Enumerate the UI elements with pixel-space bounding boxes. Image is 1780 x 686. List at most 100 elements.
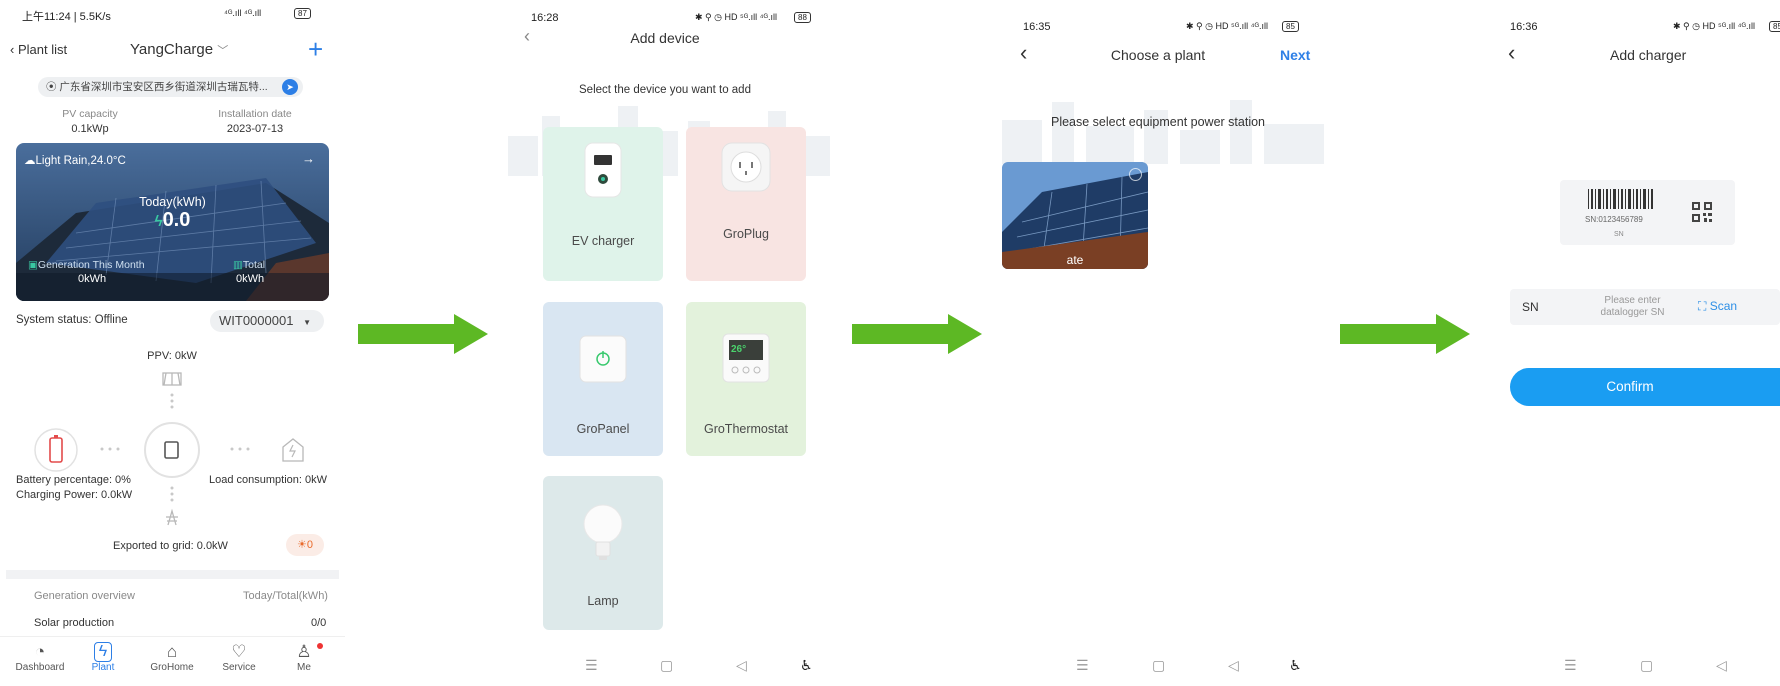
location-pin-icon: ⦿ <box>46 81 60 93</box>
install-date-value: 2023-07-13 <box>226 123 284 135</box>
arrow-right-icon[interactable]: → <box>302 151 315 166</box>
battery-icon: 87 <box>294 8 311 19</box>
select-check-icon[interactable] <box>1129 168 1142 181</box>
alarm-icon: ☀ <box>297 539 307 551</box>
page-subtitle: Please select equipment power station <box>1050 115 1265 129</box>
next-button[interactable]: Next <box>1280 47 1310 63</box>
device-tile-lamp[interactable]: Lamp <box>543 476 663 630</box>
install-date-label: Installation date <box>218 108 292 120</box>
menu-nav-icon[interactable]: ☰ <box>1076 657 1089 674</box>
weather-label: ☁Light Rain,24.0°C <box>24 155 126 167</box>
gen-month-label: ▣Generation This Month <box>28 259 145 271</box>
status-time: 上午11:24 | 5.5K/s <box>22 11 111 23</box>
home-nav-icon[interactable]: ▢ <box>1152 657 1165 674</box>
cloud-icon: ☁ <box>24 155 36 167</box>
plant-summary-card[interactable]: ☁Light Rain,24.0°C → Today(kWh) ϟ0.0 ▣Ge… <box>16 143 329 301</box>
scan-button[interactable]: ⛶ Scan <box>1698 299 1737 314</box>
thermostat-icon <box>722 333 770 383</box>
divider <box>6 570 339 579</box>
page-title: Choose a plant <box>1110 47 1206 63</box>
confirm-button[interactable]: Confirm <box>1510 368 1780 406</box>
back-nav-icon[interactable]: ◁ <box>736 657 747 674</box>
plug-icon <box>721 142 771 192</box>
add-plant-button[interactable]: + <box>308 34 323 65</box>
menu-nav-icon[interactable]: ☰ <box>585 657 598 674</box>
solar-production-label: Solar production <box>34 617 115 629</box>
inverter-node <box>144 422 200 478</box>
barcode-sn-text: SN:0123456789 <box>1585 215 1643 224</box>
device-tile-grothermostat[interactable]: 26° GroThermostat <box>686 302 806 456</box>
tab-grohome[interactable]: ⌂ GroHome <box>142 638 202 686</box>
alarm-badge[interactable]: ☀0 <box>286 534 324 556</box>
home-nav-icon[interactable]: ▢ <box>660 657 673 674</box>
status-time: 16:28 <box>531 12 559 24</box>
lightning-icon: ϟ <box>154 213 163 230</box>
thermostat-reading: 26° <box>731 344 747 355</box>
accessibility-icon[interactable]: ♿ <box>1289 657 1302 674</box>
grid-tower-icon <box>166 508 178 526</box>
back-nav-icon[interactable]: ◁ <box>1716 657 1727 674</box>
device-tile-ev-charger[interactable]: EV charger <box>543 127 663 281</box>
flow-arrow-icon <box>358 314 488 354</box>
navigate-icon[interactable]: ➤ <box>282 79 298 95</box>
scan-icon: ⛶ <box>1698 299 1707 313</box>
tab-bar: ◔ Dashboard ϟ Plant ⌂ GroHome ♡ Service … <box>0 636 345 686</box>
sn-label: SN <box>1522 300 1539 314</box>
status-icons: ✱ ⚲ ◷ HD ⁵ᴳ.ıll ⁴ᴳ.ıll <box>695 12 778 22</box>
chart-icon: ▥ <box>233 259 243 271</box>
pv-capacity-value: 0.1kWp <box>71 123 109 135</box>
address-bar[interactable]: ⦿ 广东省深圳市宝安区西乡街道深圳古瑞瓦特... <box>38 77 303 97</box>
ev-charger-icon <box>584 142 622 198</box>
back-chevron-icon[interactable]: ‹ <box>1508 40 1515 66</box>
add-device-screen: 16:28 ✱ ⚲ ◷ HD ⁵ᴳ.ıll ⁴ᴳ.ıll 88 ‹ Add de… <box>500 0 830 686</box>
tab-service[interactable]: ♡ Service <box>209 638 269 686</box>
overview-unit: Today/Total(kWh) <box>243 590 328 602</box>
page-subtitle: Select the device you want to add <box>579 84 751 96</box>
flow-arrow-icon <box>1340 314 1470 354</box>
status-time: 16:36 <box>1510 21 1538 33</box>
today-label: Today(kWh) <box>139 195 206 209</box>
status-icons: ✱ ⚲ ◷ HD ⁵ᴳ.ıll ⁴ᴳ.ıll <box>1673 21 1756 31</box>
plant-card[interactable]: ate <box>1002 162 1148 269</box>
tab-me[interactable]: ♙ Me <box>274 638 334 686</box>
device-tile-gropanel[interactable]: GroPanel <box>543 302 663 456</box>
status-time: 16:35 <box>1023 21 1051 33</box>
plant-selector[interactable]: YangCharge ﹀ <box>130 41 228 58</box>
chevron-down-icon: ﹀ <box>217 45 229 57</box>
panel-switch-icon <box>579 335 627 383</box>
barcode-icon <box>1588 189 1653 209</box>
charging-power: Charging Power: 0.0kW <box>16 489 133 501</box>
device-label-lamp: Lamp <box>587 594 619 608</box>
device-selector[interactable]: WIT0000001 ▼ <box>210 310 324 332</box>
flow-arrow-icon <box>852 314 982 354</box>
device-label-groplug: GroPlug <box>723 227 769 241</box>
gen-month-value: 0kWh <box>78 273 107 285</box>
back-button[interactable]: ‹ Plant list <box>10 42 67 57</box>
menu-nav-icon[interactable]: ☰ <box>1564 657 1577 674</box>
pv-capacity-label: PV capacity <box>62 108 118 120</box>
chevron-left-icon: ‹ <box>10 42 18 57</box>
system-status: System status: Offline <box>16 314 128 326</box>
person-icon: ♙ <box>296 642 312 661</box>
device-tile-groplug[interactable]: GroPlug <box>686 127 806 281</box>
notification-dot <box>317 643 323 649</box>
battery-icon: 85 <box>1769 21 1780 32</box>
ppv-label: PPV: 0kW <box>147 350 197 362</box>
battery-icon: 88 <box>794 12 811 23</box>
status-icons: ✱ ⚲ ◷ HD ⁵ᴳ.ıll ⁴ᴳ.ıll <box>1186 21 1269 31</box>
house-icon <box>282 438 304 462</box>
battery-percentage: Battery percentage: 0% <box>16 474 131 486</box>
barcode-caption: SN <box>1614 231 1624 238</box>
back-nav-icon[interactable]: ◁ <box>1228 657 1239 674</box>
generation-overview-label: Generation overview <box>34 590 135 602</box>
plant-lightning-icon: ϟ <box>94 642 112 662</box>
choose-plant-screen: 16:35 ✱ ⚲ ◷ HD ⁵ᴳ.ıll ⁴ᴳ.ıll 85 ‹ Choose… <box>992 0 1324 686</box>
page-title: Add charger <box>1610 47 1687 63</box>
add-charger-screen: 16:36 ✱ ⚲ ◷ HD ⁵ᴳ.ıll ⁴ᴳ.ıll 85 ‹ Add ch… <box>1480 0 1780 686</box>
sn-input[interactable]: Please enter datalogger SN <box>1590 295 1675 319</box>
tab-plant[interactable]: ϟ Plant <box>73 638 133 686</box>
accessibility-icon[interactable]: ♿ <box>800 657 813 674</box>
tab-dashboard[interactable]: ◔ Dashboard <box>10 638 70 686</box>
calendar-icon: ▣ <box>28 259 38 271</box>
home-nav-icon[interactable]: ▢ <box>1640 657 1653 674</box>
